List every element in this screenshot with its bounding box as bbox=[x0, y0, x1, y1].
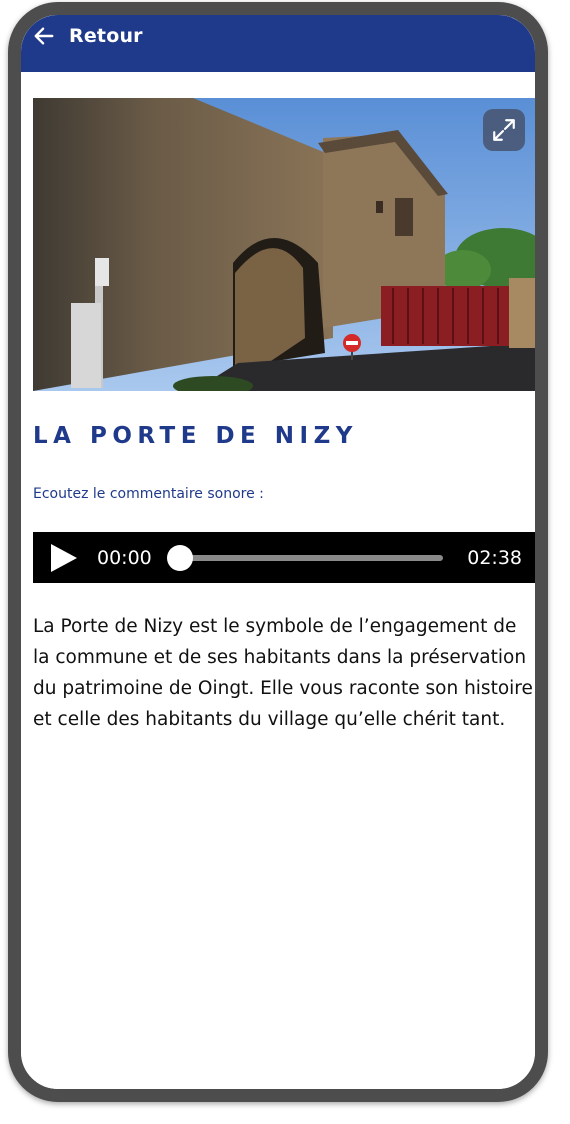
play-icon[interactable] bbox=[49, 542, 79, 574]
audio-label: Ecoutez le commentaire sonore : bbox=[33, 486, 264, 502]
arrow-left-icon bbox=[34, 26, 54, 45]
screen: Retour LA PORTE DE NIZY Ecoutez le comme… bbox=[21, 15, 535, 1089]
seek-bar[interactable] bbox=[167, 544, 443, 571]
back-button[interactable]: Retour bbox=[33, 25, 143, 47]
total-time: 02:38 bbox=[467, 546, 522, 569]
back-label: Retour bbox=[69, 24, 143, 47]
hero-image bbox=[33, 98, 535, 391]
hero-photo bbox=[33, 98, 535, 391]
current-time: 00:00 bbox=[97, 546, 152, 569]
header-bar: Retour bbox=[21, 15, 535, 72]
phone-frame: Retour LA PORTE DE NIZY Ecoutez le comme… bbox=[8, 2, 548, 1102]
expand-button[interactable] bbox=[483, 109, 525, 151]
description-text: La Porte de Nizy est le symbole de l’eng… bbox=[33, 616, 533, 730]
page-title: LA PORTE DE NIZY bbox=[33, 423, 358, 449]
audio-player: 00:00 02:38 bbox=[33, 532, 535, 583]
expand-icon bbox=[493, 119, 515, 141]
seek-thumb[interactable] bbox=[167, 544, 193, 571]
